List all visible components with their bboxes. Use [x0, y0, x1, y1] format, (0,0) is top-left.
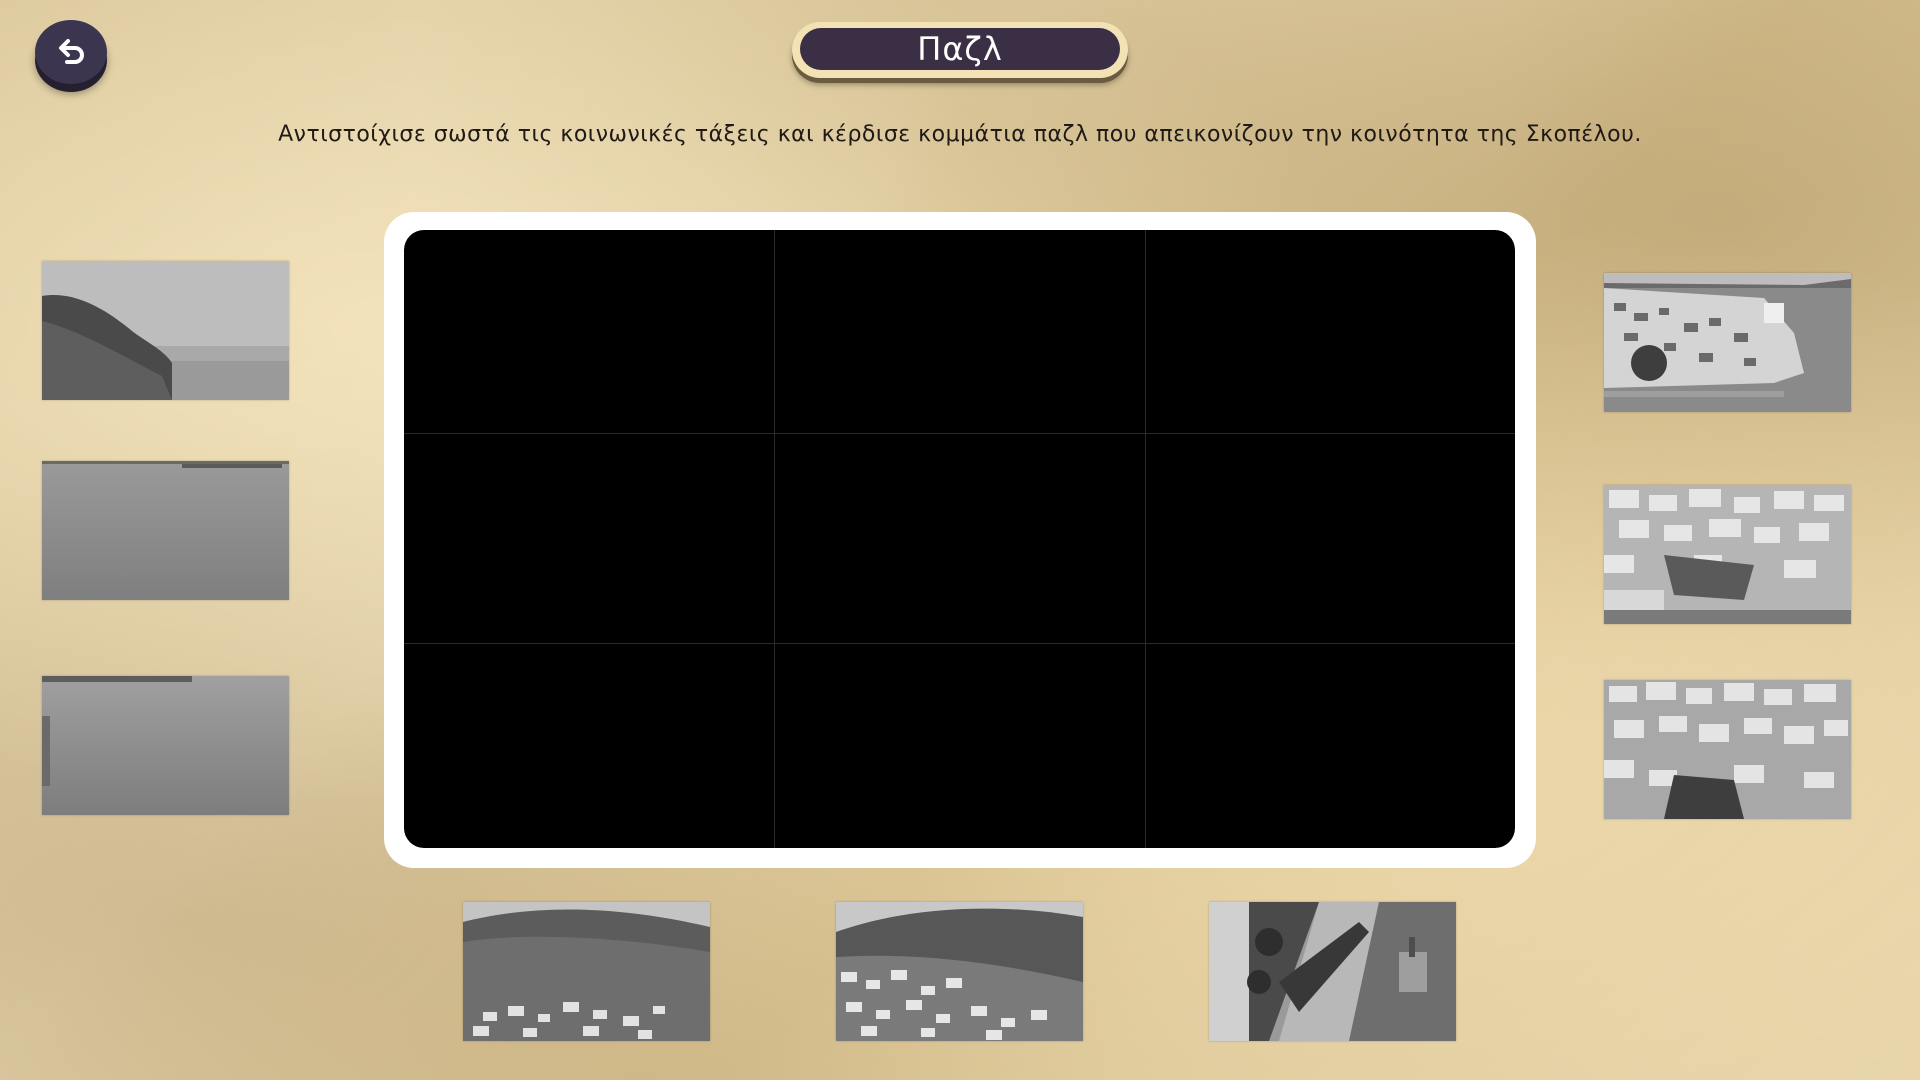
town-waterfront-photo-image — [1604, 273, 1851, 412]
undo-arrow-icon — [59, 39, 84, 64]
puzzle-piece-right-3[interactable] — [1604, 680, 1851, 819]
back-button[interactable] — [35, 20, 107, 84]
page-title: Παζλ — [800, 28, 1120, 70]
puzzle-piece-left-3[interactable] — [42, 676, 289, 815]
puzzle-piece-left-1[interactable] — [42, 261, 289, 400]
hillside-town-photo-image — [836, 902, 1083, 1041]
town-houses-photo-image — [1604, 485, 1851, 624]
harbor-water-photo-image — [42, 461, 289, 600]
instructions-text: Αντιστοίχισε σωστά τις κοινωνικές τάξεις… — [278, 122, 1642, 147]
town-houses-photo-image — [1604, 680, 1851, 819]
title-banner: Παζλ — [792, 22, 1128, 78]
puzzle-board — [404, 230, 1515, 848]
puzzle-piece-bottom-2[interactable] — [836, 902, 1083, 1041]
coastline-photo-image — [42, 261, 289, 400]
puzzle-slot-r2c2[interactable] — [775, 434, 1146, 644]
puzzle-board-frame — [384, 212, 1536, 868]
puzzle-slot-r1c3[interactable] — [1146, 230, 1515, 434]
puzzle-piece-bottom-3[interactable] — [1209, 902, 1456, 1041]
puzzle-slot-r1c1[interactable] — [404, 230, 775, 434]
puzzle-slot-r3c1[interactable] — [404, 644, 775, 848]
hillside-town-photo-image — [463, 902, 710, 1041]
waterfront-promenade-photo-image — [1209, 902, 1456, 1041]
puzzle-piece-right-1[interactable] — [1604, 273, 1851, 412]
puzzle-slot-r2c1[interactable] — [404, 434, 775, 644]
puzzle-piece-right-2[interactable] — [1604, 485, 1851, 624]
harbor-water-photo-image — [42, 676, 289, 815]
puzzle-slot-r3c3[interactable] — [1146, 644, 1515, 848]
puzzle-piece-bottom-1[interactable] — [463, 902, 710, 1041]
puzzle-slot-r1c2[interactable] — [775, 230, 1146, 434]
puzzle-slot-r2c3[interactable] — [1146, 434, 1515, 644]
puzzle-slot-r3c2[interactable] — [775, 644, 1146, 848]
puzzle-piece-left-2[interactable] — [42, 461, 289, 600]
